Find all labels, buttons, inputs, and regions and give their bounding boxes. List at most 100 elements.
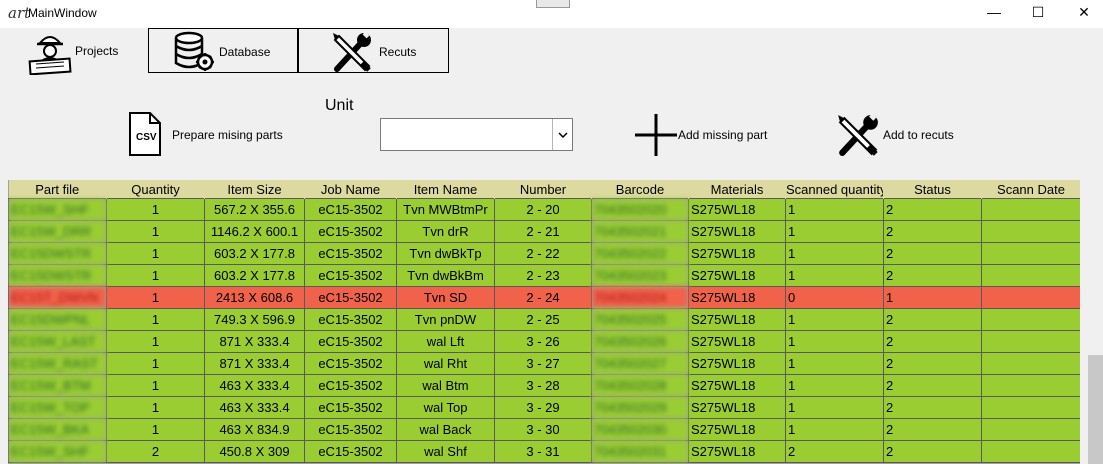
- materials-cell[interactable]: S275WL18: [688, 308, 786, 331]
- item-name-cell[interactable]: wal Btm: [396, 374, 495, 397]
- part-file-cell[interactable]: EC15DWSTR: [8, 242, 107, 265]
- table-row[interactable]: EC15W_DRR 1 1146.2 X 600.1 eC15-3502 Tvn drR…: [8, 220, 1080, 243]
- item-size-cell[interactable]: 871 X 333.4: [204, 330, 305, 353]
- materials-cell[interactable]: S275WL18: [688, 330, 786, 353]
- number-cell[interactable]: 3 - 28: [494, 374, 592, 397]
- scan-date-cell[interactable]: [981, 374, 1080, 397]
- barcode-cell[interactable]: 7043502020: [591, 198, 689, 221]
- status-cell[interactable]: 2: [883, 308, 982, 331]
- materials-cell[interactable]: S275WL18: [688, 286, 786, 309]
- status-cell[interactable]: 2: [883, 330, 982, 353]
- materials-cell[interactable]: S275WL18: [688, 396, 786, 419]
- item-size-cell[interactable]: 1146.2 X 600.1: [204, 220, 305, 243]
- item-name-cell[interactable]: Tvn SD: [396, 286, 495, 309]
- number-cell[interactable]: 2 - 25: [494, 308, 592, 331]
- prepare-missing-parts-button[interactable]: CSV Prepare mising parts: [128, 111, 298, 157]
- part-file-cell[interactable]: EC15W_SHF: [8, 440, 107, 463]
- barcode-cell[interactable]: 7043502022: [591, 242, 689, 265]
- status-cell[interactable]: 2: [883, 352, 982, 375]
- quantity-cell[interactable]: 1: [106, 308, 205, 331]
- quantity-cell[interactable]: 1: [106, 374, 205, 397]
- item-name-cell[interactable]: Tvn dwBkBm: [396, 264, 495, 287]
- scan-date-cell[interactable]: [981, 396, 1080, 419]
- barcode-cell[interactable]: 7043502025: [591, 308, 689, 331]
- job-name-cell[interactable]: eC15-3502: [304, 286, 397, 309]
- scan-date-cell[interactable]: [981, 264, 1080, 287]
- column-header[interactable]: Number: [494, 180, 592, 199]
- barcode-cell[interactable]: 7043502026: [591, 330, 689, 353]
- barcode-cell[interactable]: 7043502031: [591, 440, 689, 463]
- quantity-cell[interactable]: 1: [106, 286, 205, 309]
- quantity-cell[interactable]: 1: [106, 352, 205, 375]
- part-file-cell[interactable]: EC15DWSTR: [8, 264, 107, 287]
- barcode-cell[interactable]: 7043502030: [591, 418, 689, 441]
- quantity-cell[interactable]: 1: [106, 264, 205, 287]
- column-header[interactable]: Quantity: [106, 180, 205, 199]
- scan-date-cell[interactable]: [981, 308, 1080, 331]
- scanned-quantity-cell[interactable]: 1: [785, 352, 884, 375]
- part-file-cell[interactable]: EC15W_DRR: [8, 220, 107, 243]
- table-row[interactable]: EC15W_SHF 2 450.8 X 309 eC15-3502 wal Shf 3 -…: [8, 440, 1080, 463]
- item-name-cell[interactable]: wal Lft: [396, 330, 495, 353]
- item-name-cell[interactable]: Tvn MWBtmPr: [396, 198, 495, 221]
- materials-cell[interactable]: S275WL18: [688, 352, 786, 375]
- scan-date-cell[interactable]: [981, 220, 1080, 243]
- item-size-cell[interactable]: 463 X 834.9: [204, 418, 305, 441]
- number-cell[interactable]: 2 - 22: [494, 242, 592, 265]
- number-cell[interactable]: 3 - 30: [494, 418, 592, 441]
- materials-cell[interactable]: S275WL18: [688, 220, 786, 243]
- job-name-cell[interactable]: eC15-3502: [304, 220, 397, 243]
- table-row[interactable]: EC15DWSTR 1 603.2 X 177.8 eC15-3502 Tvn dwBk…: [8, 264, 1080, 287]
- number-cell[interactable]: 3 - 26: [494, 330, 592, 353]
- quantity-cell[interactable]: 1: [106, 330, 205, 353]
- scan-date-cell[interactable]: [981, 286, 1080, 309]
- unit-select[interactable]: [380, 118, 573, 151]
- table-row[interactable]: EC15W_BTM 1 463 X 333.4 eC15-3502 wal Btm 3 -…: [8, 374, 1080, 397]
- part-file-cell[interactable]: EC15W_RAST: [8, 352, 107, 375]
- quantity-cell[interactable]: 1: [106, 220, 205, 243]
- item-size-cell[interactable]: 871 X 333.4: [204, 352, 305, 375]
- scan-date-cell[interactable]: [981, 440, 1080, 463]
- scan-date-cell[interactable]: [981, 242, 1080, 265]
- item-name-cell[interactable]: wal Top: [396, 396, 495, 419]
- scanned-quantity-cell[interactable]: 1: [785, 418, 884, 441]
- table-row[interactable]: EC15W_SHF 1 567.2 X 355.6 eC15-3502 Tvn MWBt…: [8, 198, 1080, 221]
- add-missing-part-button[interactable]: Add missing part: [633, 112, 783, 158]
- item-name-cell[interactable]: wal Rht: [396, 352, 495, 375]
- recuts-button[interactable]: Recuts: [298, 28, 449, 73]
- materials-cell[interactable]: S275WL18: [688, 440, 786, 463]
- materials-cell[interactable]: S275WL18: [688, 264, 786, 287]
- minimize-button[interactable]: —: [971, 0, 1017, 26]
- job-name-cell[interactable]: eC15-3502: [304, 308, 397, 331]
- barcode-cell[interactable]: 7043502024: [591, 286, 689, 309]
- status-cell[interactable]: 2: [883, 264, 982, 287]
- part-file-cell[interactable]: EC15W_LAST: [8, 330, 107, 353]
- barcode-cell[interactable]: 7043502027: [591, 352, 689, 375]
- scanned-quantity-cell[interactable]: 2: [785, 440, 884, 463]
- materials-cell[interactable]: S275WL18: [688, 374, 786, 397]
- scanned-quantity-cell[interactable]: 0: [785, 286, 884, 309]
- chevron-down-icon[interactable]: [552, 119, 572, 150]
- table-row[interactable]: EC15W_BKA 1 463 X 834.9 eC15-3502 wal Back 3 …: [8, 418, 1080, 441]
- item-name-cell[interactable]: wal Back: [396, 418, 495, 441]
- job-name-cell[interactable]: eC15-3502: [304, 418, 397, 441]
- scanned-quantity-cell[interactable]: 1: [785, 264, 884, 287]
- scanned-quantity-cell[interactable]: 1: [785, 396, 884, 419]
- item-size-cell[interactable]: 463 X 333.4: [204, 374, 305, 397]
- quantity-cell[interactable]: 2: [106, 440, 205, 463]
- number-cell[interactable]: 3 - 27: [494, 352, 592, 375]
- column-header[interactable]: Scann Date: [981, 180, 1080, 199]
- materials-cell[interactable]: S275WL18: [688, 242, 786, 265]
- scan-date-cell[interactable]: [981, 330, 1080, 353]
- scanned-quantity-cell[interactable]: 1: [785, 374, 884, 397]
- parts-grid[interactable]: Part file Quantity Item Size Job Name It…: [8, 180, 1080, 464]
- number-cell[interactable]: 2 - 20: [494, 198, 592, 221]
- item-name-cell[interactable]: wal Shf: [396, 440, 495, 463]
- barcode-cell[interactable]: 7043502028: [591, 374, 689, 397]
- vertical-scrollbar[interactable]: [1088, 355, 1103, 464]
- quantity-cell[interactable]: 1: [106, 198, 205, 221]
- item-size-cell[interactable]: 603.2 X 177.8: [204, 264, 305, 287]
- job-name-cell[interactable]: eC15-3502: [304, 374, 397, 397]
- job-name-cell[interactable]: eC15-3502: [304, 264, 397, 287]
- column-header[interactable]: Part file: [8, 180, 107, 199]
